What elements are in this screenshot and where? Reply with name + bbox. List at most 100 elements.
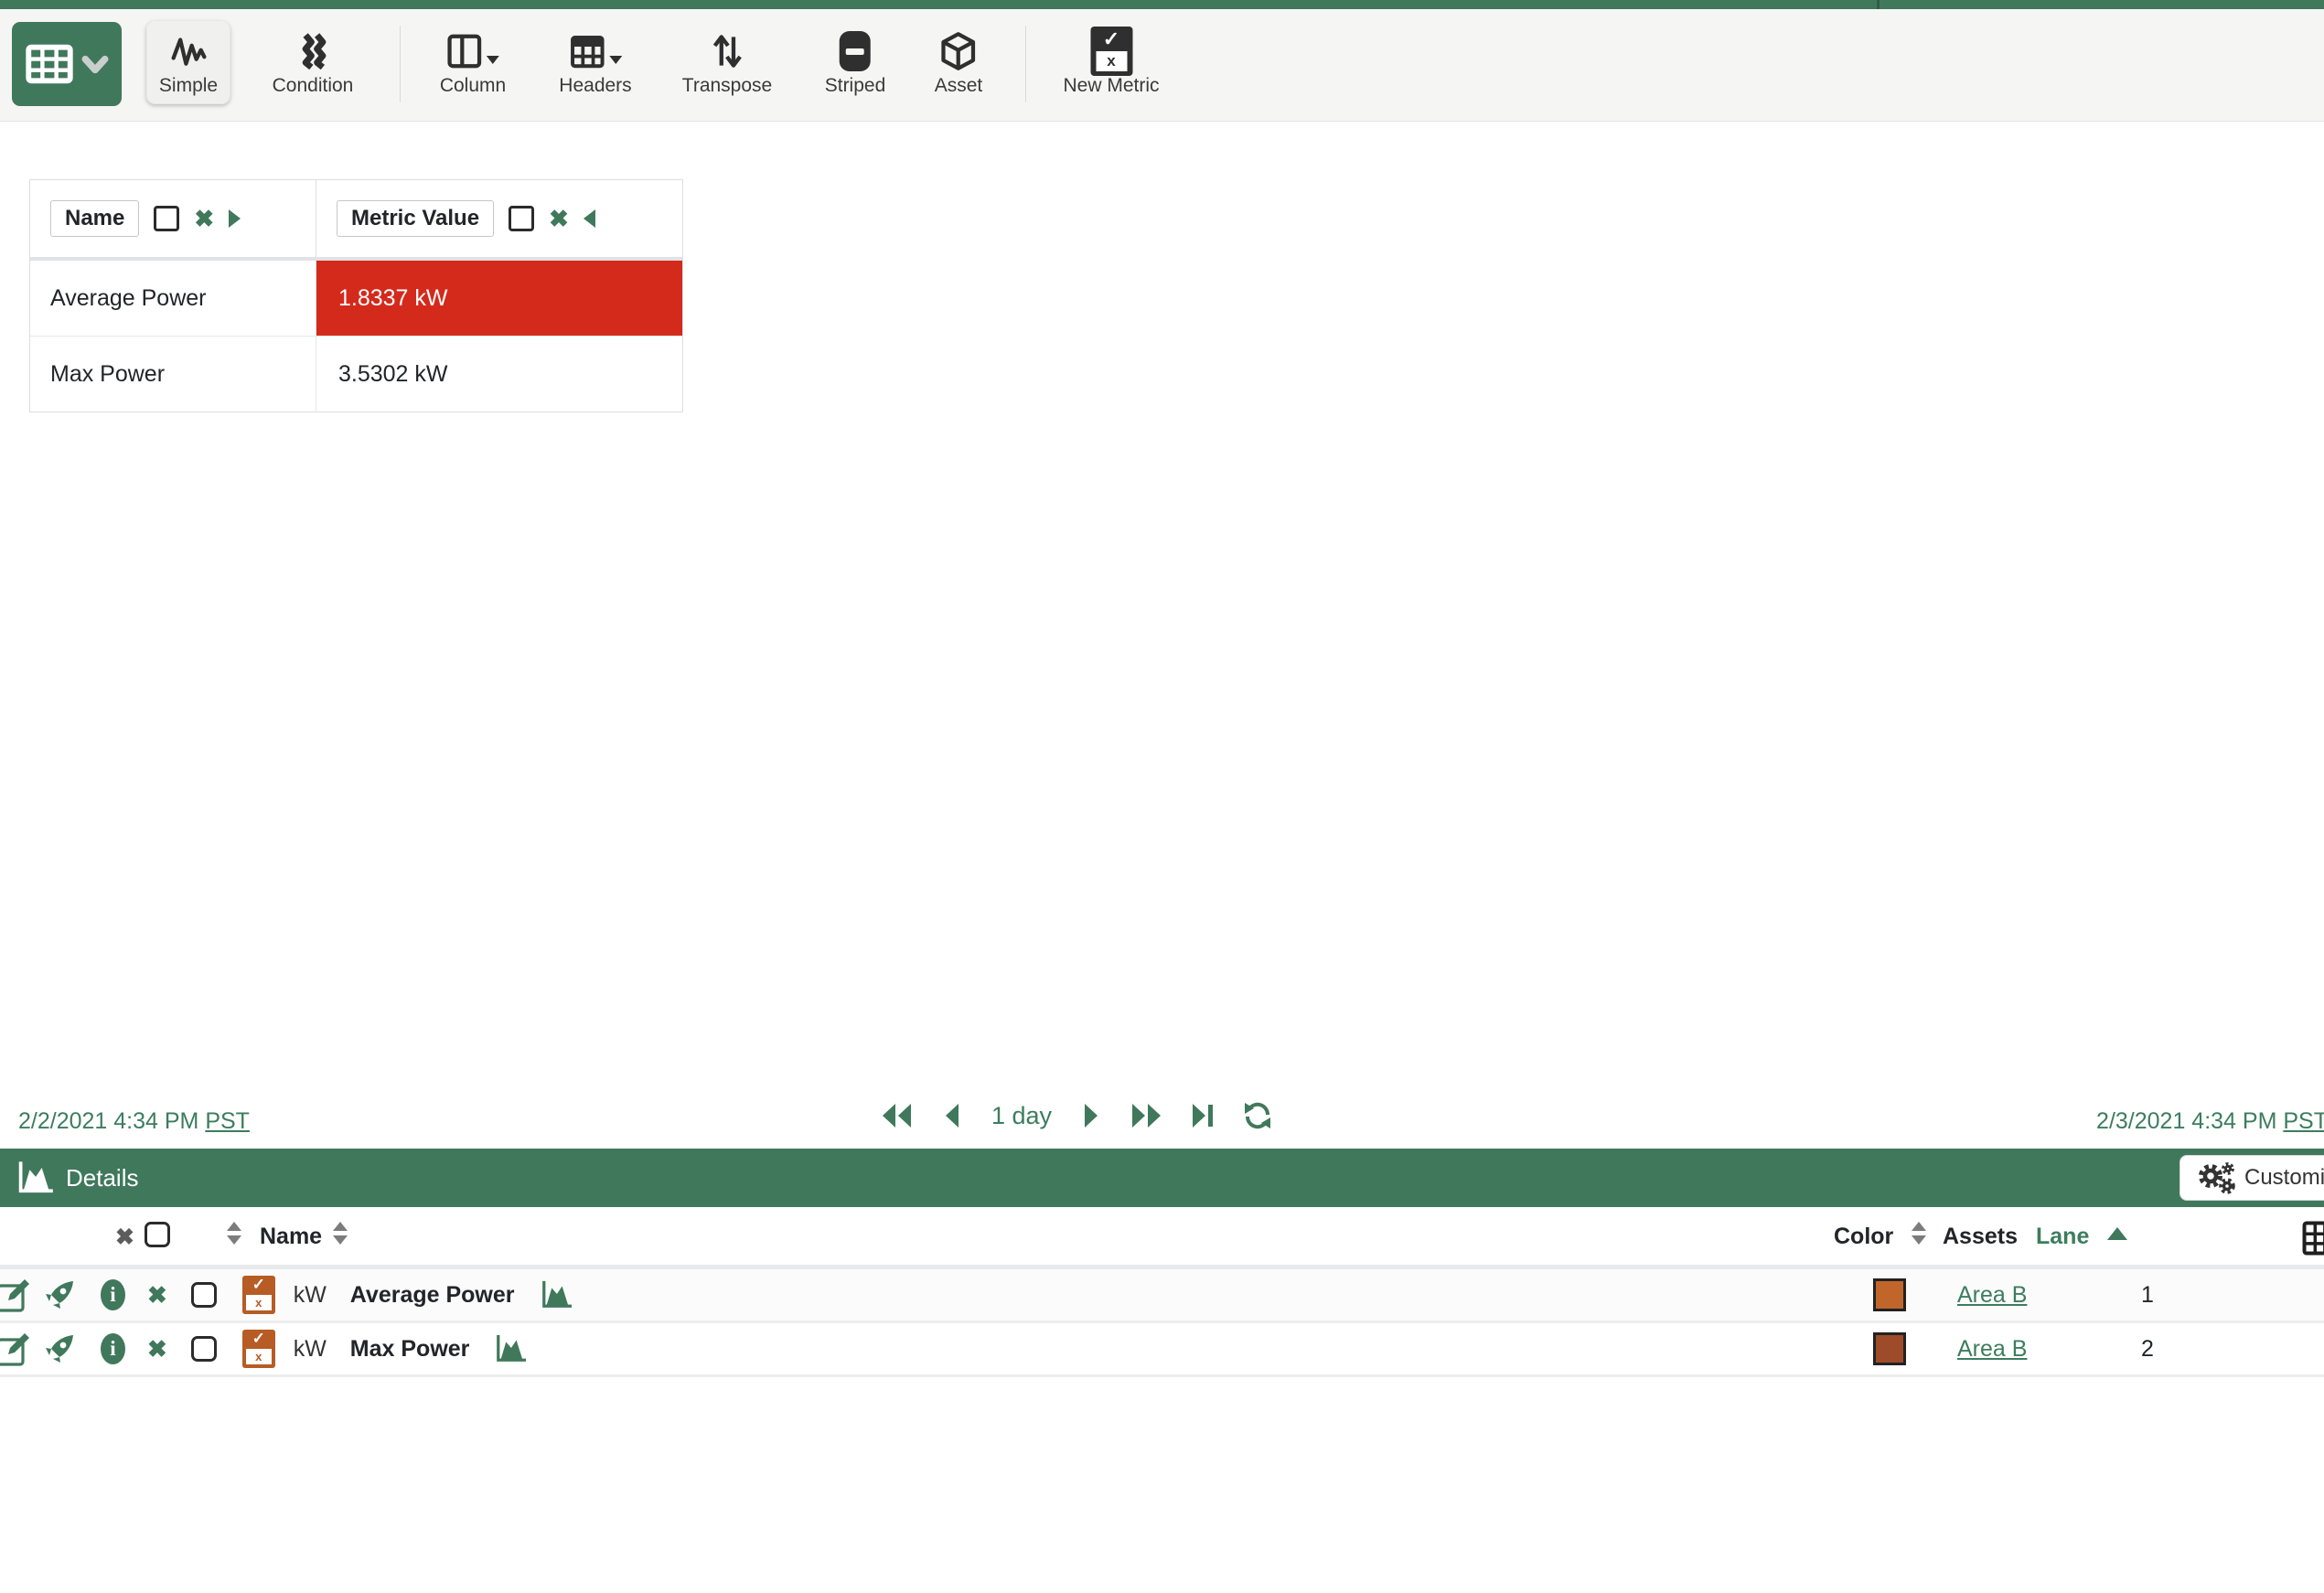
move-column-left-icon[interactable] <box>584 209 595 228</box>
view-toolbar: Simple Condition Column <box>0 9 2324 122</box>
sort-icon[interactable] <box>1912 1222 1926 1245</box>
toolbar-button-condition[interactable]: Condition <box>260 20 367 104</box>
info-icon[interactable]: i <box>101 1279 125 1310</box>
toolbar-button-simple[interactable]: Simple <box>146 20 230 104</box>
toolbar-button-asset[interactable]: Asset <box>922 20 996 104</box>
step-forward-icon[interactable] <box>1083 1102 1101 1129</box>
column-layout-icon <box>446 33 483 69</box>
range-start-timestamp[interactable]: 2/2/2021 4:34 PM PST <box>18 1108 250 1135</box>
time-navigation-controls: 1 day <box>880 1101 1273 1130</box>
details-panel-title: Details <box>66 1164 138 1192</box>
toolbar-button-label: Headers <box>559 75 631 97</box>
table-view-menu-button[interactable] <box>12 22 122 106</box>
move-column-right-icon[interactable] <box>229 209 241 228</box>
time-range-bar: 2/2/2021 4:34 PM PST 1 day <box>0 1094 2324 1149</box>
remove-items-icon[interactable]: ✖ <box>115 1224 134 1251</box>
remove-item-icon[interactable]: ✖ <box>147 1283 167 1307</box>
details-column-lane[interactable]: Lane <box>2036 1224 2089 1250</box>
rocket-icon[interactable] <box>44 1333 75 1364</box>
metric-table-header-name: Name ✖ <box>30 180 316 257</box>
condition-bars-icon <box>295 33 331 69</box>
asset-link[interactable]: Area B <box>1957 1282 2027 1309</box>
table-row: Max Power 3.5302 kW <box>30 337 682 412</box>
area-chart-icon[interactable] <box>539 1279 573 1310</box>
toolbar-button-label: Striped <box>825 75 886 97</box>
top-accent-bar <box>0 0 2324 9</box>
toolbar-button-striped[interactable]: Striped <box>812 20 899 104</box>
duration-label[interactable]: 1 day <box>988 1102 1055 1130</box>
panel-divider <box>1877 0 1880 9</box>
step-forward-full-icon[interactable] <box>1129 1102 1163 1129</box>
signal-icon <box>170 33 207 69</box>
dropdown-caret-icon <box>609 56 622 64</box>
color-swatch[interactable] <box>1873 1332 1906 1365</box>
column-checkbox[interactable] <box>154 206 179 231</box>
metric-table-header-value: Metric Value ✖ <box>316 180 682 257</box>
details-column-name[interactable]: Name <box>260 1224 322 1250</box>
end-timezone-link[interactable]: PST <box>2283 1108 2324 1134</box>
rocket-icon[interactable] <box>44 1279 75 1310</box>
toolbar-divider <box>1025 26 1026 102</box>
step-back-full-icon[interactable] <box>880 1102 915 1129</box>
customize-button[interactable]: Customize <box>2179 1155 2324 1201</box>
area-chart-icon <box>15 1160 55 1196</box>
transpose-arrows-icon <box>711 32 744 70</box>
column-chooser-icon[interactable] <box>2301 1220 2324 1256</box>
lane-value: 1 <box>2129 1282 2166 1309</box>
striped-icon <box>840 31 871 71</box>
column-title-box[interactable]: Name <box>50 200 139 237</box>
item-name[interactable]: Average Power <box>350 1282 515 1309</box>
toolbar-button-column[interactable]: Column <box>427 20 519 104</box>
start-timezone-link[interactable]: PST <box>205 1108 250 1134</box>
unit-label: kW <box>294 1336 337 1363</box>
edit-pencil-icon[interactable] <box>0 1277 31 1313</box>
column-checkbox[interactable] <box>509 206 534 231</box>
sort-icon[interactable] <box>227 1222 241 1245</box>
color-swatch[interactable] <box>1873 1278 1906 1311</box>
details-column-assets[interactable]: Assets <box>1943 1224 2018 1250</box>
range-end-timestamp[interactable]: 2/3/2021 4:34 PM PST <box>2096 1108 2324 1135</box>
details-column-color[interactable]: Color <box>1834 1224 1893 1250</box>
row-checkbox[interactable] <box>191 1282 217 1308</box>
toolbar-button-new-metric[interactable]: ✓x New Metric <box>1050 20 1172 104</box>
toolbar-divider <box>400 26 401 102</box>
details-row: i ✖ ✓x kW Max Power Area B 2 <box>0 1323 2324 1377</box>
lane-value: 2 <box>2129 1336 2166 1363</box>
step-back-icon[interactable] <box>942 1102 960 1129</box>
metric-checkbox-icon: ✓x <box>1090 27 1132 76</box>
cube-icon <box>940 31 977 71</box>
metric-value-cell: 1.8337 kW <box>316 261 682 336</box>
row-checkbox[interactable] <box>191 1336 217 1362</box>
info-icon[interactable]: i <box>101 1333 125 1364</box>
metric-table: Name ✖ Metric Value ✖ Average Power 1.83… <box>29 179 683 412</box>
refresh-icon[interactable] <box>1242 1101 1273 1130</box>
asset-link[interactable]: Area B <box>1957 1336 2027 1363</box>
remove-column-icon[interactable]: ✖ <box>194 207 214 230</box>
metric-name-cell: Average Power <box>30 261 316 336</box>
metric-table-header-row: Name ✖ Metric Value ✖ <box>30 180 682 261</box>
area-chart-icon[interactable] <box>493 1333 528 1364</box>
item-name[interactable]: Max Power <box>350 1336 470 1363</box>
dropdown-caret-icon <box>487 56 499 64</box>
metric-type-icon: ✓x <box>242 1330 275 1368</box>
sort-icon[interactable] <box>333 1222 348 1245</box>
gears-icon <box>2197 1160 2235 1195</box>
table-grid-icon <box>25 44 74 84</box>
select-all-checkbox[interactable] <box>145 1222 170 1247</box>
step-to-end-icon[interactable] <box>1191 1102 1215 1129</box>
metric-name-cell: Max Power <box>30 337 316 412</box>
remove-item-icon[interactable]: ✖ <box>147 1337 167 1361</box>
details-panel-header: Details Customize <box>0 1149 2324 1207</box>
metric-value-cell: 3.5302 kW <box>316 337 682 412</box>
column-title-box[interactable]: Metric Value <box>337 200 494 237</box>
toolbar-button-transpose[interactable]: Transpose <box>669 20 785 104</box>
table-headers-icon <box>569 33 605 69</box>
toolbar-button-headers[interactable]: Headers <box>546 20 644 104</box>
edit-pencil-icon[interactable] <box>0 1331 31 1367</box>
metric-type-icon: ✓x <box>242 1276 275 1314</box>
toolbar-button-label: Condition <box>273 75 354 97</box>
customize-button-label: Customize <box>2244 1165 2324 1191</box>
chevron-down-icon <box>81 52 109 76</box>
sort-ascending-icon <box>2107 1227 2127 1240</box>
remove-column-icon[interactable]: ✖ <box>549 207 569 230</box>
